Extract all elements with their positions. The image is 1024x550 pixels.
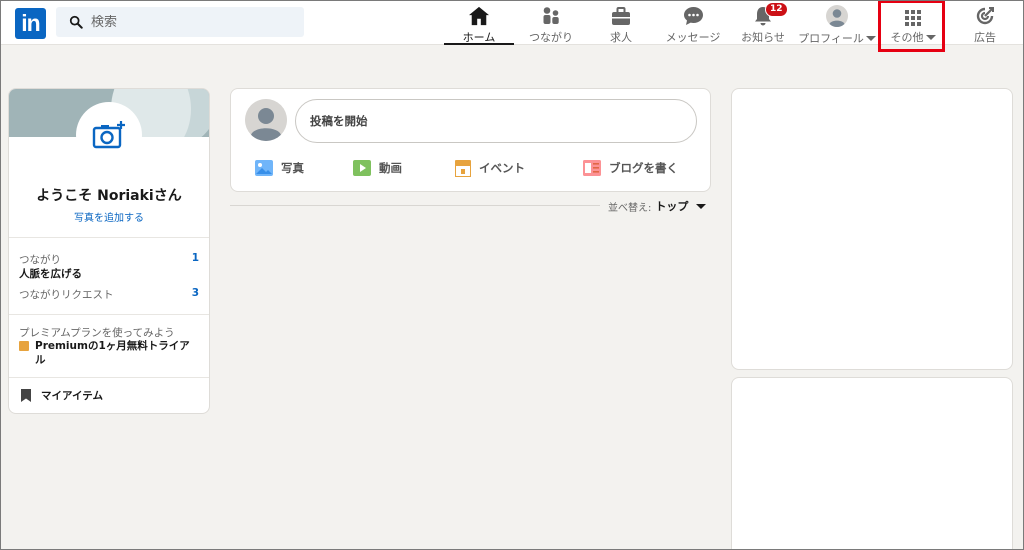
premium-note: プレミアムプランを使ってみよう: [19, 327, 175, 339]
nav-jobs-label: 求人: [610, 31, 632, 44]
welcome-text: ようこそ Noriakiさん: [36, 188, 182, 204]
feed-divider: [230, 205, 600, 206]
chevron-down-icon: [696, 203, 707, 209]
calendar-icon: [455, 160, 471, 177]
chevron-down-icon: [865, 35, 876, 41]
right-rail-card-2: [731, 377, 1013, 550]
photo-label: 写真: [281, 161, 304, 175]
sort-label: 並べ替え:: [608, 202, 652, 214]
requests-stat[interactable]: つながりリクエスト 3: [19, 287, 199, 302]
video-label: 動画: [379, 161, 402, 175]
my-avatar[interactable]: [245, 99, 287, 141]
premium-icon: [19, 341, 29, 351]
nav-home-label: ホーム: [462, 31, 496, 44]
requests-count: 3: [191, 287, 199, 299]
video-icon: [353, 160, 371, 176]
event-button[interactable]: イベント: [455, 155, 525, 181]
nav-more[interactable]: その他: [885, 1, 941, 45]
photo-icon: [255, 160, 273, 176]
home-icon: [469, 6, 489, 26]
add-photo-link[interactable]: 写真を追加する: [9, 209, 209, 224]
nav-jobs[interactable]: 求人: [594, 1, 648, 45]
feed-sort-dropdown[interactable]: 並べ替え: トップ: [608, 198, 707, 214]
sort-value: トップ: [655, 200, 689, 213]
grid-icon: [905, 10, 921, 26]
chevron-down-icon: [925, 34, 936, 40]
avatar-icon: [826, 5, 848, 27]
add-photo-avatar[interactable]: [77, 103, 141, 167]
nav-profile-label: プロフィール: [798, 32, 864, 45]
briefcase-icon: [612, 7, 630, 25]
write-article-button[interactable]: ブログを書く: [583, 155, 678, 181]
my-items-label: マイアイテム: [41, 390, 103, 402]
profile-card: ようこそ Noriakiさん 写真を追加する つながり 1 人脈を広げる つなが…: [8, 88, 210, 414]
nav-home[interactable]: ホーム: [444, 1, 514, 45]
start-post-button[interactable]: 投稿を開始: [295, 99, 697, 143]
nav-ads-label: 広告: [974, 31, 996, 44]
camera-icon: [92, 121, 125, 149]
bookmark-icon: [21, 389, 31, 402]
event-label: イベント: [479, 161, 525, 175]
nav-profile[interactable]: プロフィール: [796, 1, 878, 45]
premium-trial-label: Premiumの1ヶ月無料トライアル: [35, 340, 190, 366]
write-article-label: ブログを書く: [609, 161, 678, 175]
connections-count: 1: [191, 252, 199, 264]
my-items-link[interactable]: マイアイテム: [21, 388, 103, 403]
search-input[interactable]: [91, 14, 291, 30]
right-rail-card: [731, 88, 1013, 370]
nav-network[interactable]: つながり: [521, 1, 581, 45]
message-icon: [683, 7, 703, 25]
network-icon: [543, 7, 559, 24]
requests-label: つながりリクエスト: [19, 289, 114, 301]
article-icon: [583, 160, 601, 176]
linkedin-logo[interactable]: in: [15, 8, 46, 39]
nav-messaging-label: メッセージ: [665, 31, 721, 44]
nav-ads[interactable]: 広告: [961, 1, 1009, 45]
nav-notifications[interactable]: 12 お知らせ: [736, 1, 790, 45]
nav-more-label: その他: [890, 31, 924, 44]
connections-stat[interactable]: つながり 1: [19, 252, 199, 267]
grow-network-link[interactable]: 人脈を広げる: [19, 266, 82, 281]
ads-icon: [976, 7, 994, 25]
connections-label: つながり: [19, 254, 61, 266]
global-nav: in ホーム つながり: [1, 1, 1023, 45]
notification-badge: 12: [765, 2, 788, 17]
share-box: 投稿を開始 写真 動画 イベント ブログを書く: [230, 88, 711, 192]
search-icon: [69, 15, 83, 29]
avatar-icon: [245, 99, 287, 141]
nav-messaging[interactable]: メッセージ: [659, 1, 727, 45]
video-button[interactable]: 動画: [353, 155, 402, 181]
nav-notifications-label: お知らせ: [741, 31, 785, 44]
premium-trial-link[interactable]: Premiumの1ヶ月無料トライアル: [19, 339, 199, 367]
photo-button[interactable]: 写真: [255, 155, 304, 181]
nav-network-label: つながり: [529, 31, 573, 44]
search-box[interactable]: [56, 7, 304, 37]
